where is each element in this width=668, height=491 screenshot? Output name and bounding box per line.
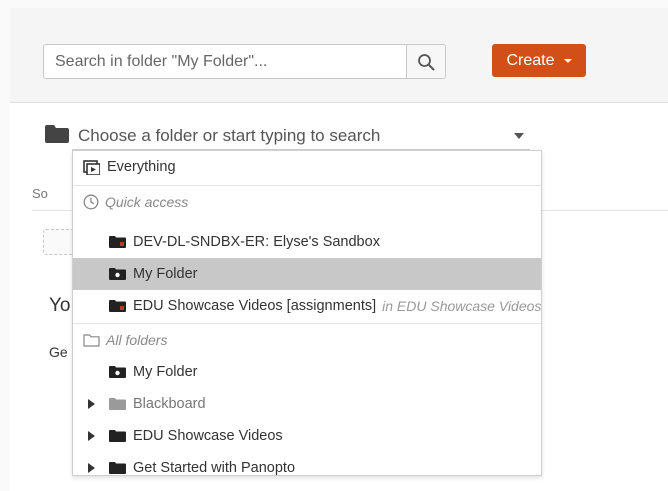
heading-fragment: Yo — [49, 295, 71, 316]
folder-select-placeholder: Choose a folder or start typing to searc… — [78, 125, 381, 145]
clock-icon — [83, 194, 99, 210]
all-folders-header-label: All folders — [106, 332, 168, 348]
quick-access-item-label: EDU Showcase Videos [assignments] — [133, 298, 377, 314]
quick-access-item-label: My Folder — [133, 266, 198, 282]
quick-access-item-sandbox[interactable]: DEV-DL-SNDBX-ER: Elyse's Sandbox — [73, 226, 541, 258]
quick-access-header-label: Quick access — [105, 194, 189, 210]
folder-dropdown: Everything Quick access DEV-DL-SNDBX-ER:… — [72, 150, 542, 476]
all-folders-item-label: My Folder — [133, 364, 198, 380]
caret-down-icon — [563, 58, 572, 63]
everything-icon — [83, 159, 100, 175]
folder-select[interactable]: Choose a folder or start typing to searc… — [72, 122, 530, 150]
all-folders-header: All folders — [73, 324, 541, 356]
search-input[interactable] — [44, 45, 406, 78]
all-folders-item-label: Get Started with Panopto — [133, 460, 296, 476]
folder-picker-icon-wrap — [45, 120, 69, 148]
dropdown-item-everything[interactable]: Everything — [73, 151, 541, 183]
all-folders-item-label: EDU Showcase Videos — [133, 428, 283, 444]
page: Create So Yo Ge Choose a folder or start… — [10, 8, 668, 491]
triangle-right-icon[interactable] — [88, 399, 95, 409]
folder-icon — [109, 398, 126, 410]
search-button[interactable] — [406, 45, 445, 78]
search-box — [43, 44, 446, 79]
quick-access-header: Quick access — [73, 186, 541, 218]
tab-fragment[interactable]: So — [32, 186, 48, 201]
triangle-right-icon[interactable] — [88, 431, 95, 441]
folder-icon — [109, 462, 126, 474]
all-folders-item-get-started[interactable]: Get Started with Panopto — [73, 452, 541, 484]
folder-icon — [109, 236, 126, 248]
all-folders-item-blackboard[interactable]: Blackboard — [73, 388, 541, 420]
create-button[interactable]: Create — [492, 44, 586, 77]
quick-access-item-edu-assignments[interactable]: EDU Showcase Videos [assignments] in EDU… — [73, 290, 541, 322]
all-folders-item-label: Blackboard — [133, 396, 206, 412]
quick-access-item-label: DEV-DL-SNDBX-ER: Elyse's Sandbox — [133, 234, 380, 250]
folder-icon — [45, 125, 69, 143]
folder-icon — [109, 366, 126, 378]
top-bar: Create — [10, 8, 668, 103]
quick-access-item-suffix: in EDU Showcase Videos — [382, 298, 542, 314]
search-icon — [418, 53, 435, 70]
all-folders-item-edu-showcase[interactable]: EDU Showcase Videos — [73, 420, 541, 452]
chevron-down-icon[interactable] — [514, 133, 524, 139]
quick-access-item-my-folder[interactable]: My Folder — [73, 258, 541, 290]
all-folders-item-my-folder[interactable]: My Folder — [73, 356, 541, 388]
create-button-label: Create — [506, 51, 555, 69]
text-fragment: Ge — [49, 344, 68, 360]
folder-icon — [109, 430, 126, 442]
folder-outline-icon — [83, 334, 100, 347]
folder-icon — [109, 268, 126, 280]
triangle-right-icon[interactable] — [88, 463, 95, 473]
add-folder-button[interactable] — [43, 229, 75, 255]
dropdown-item-label: Everything — [107, 159, 176, 175]
folder-icon — [109, 300, 126, 312]
